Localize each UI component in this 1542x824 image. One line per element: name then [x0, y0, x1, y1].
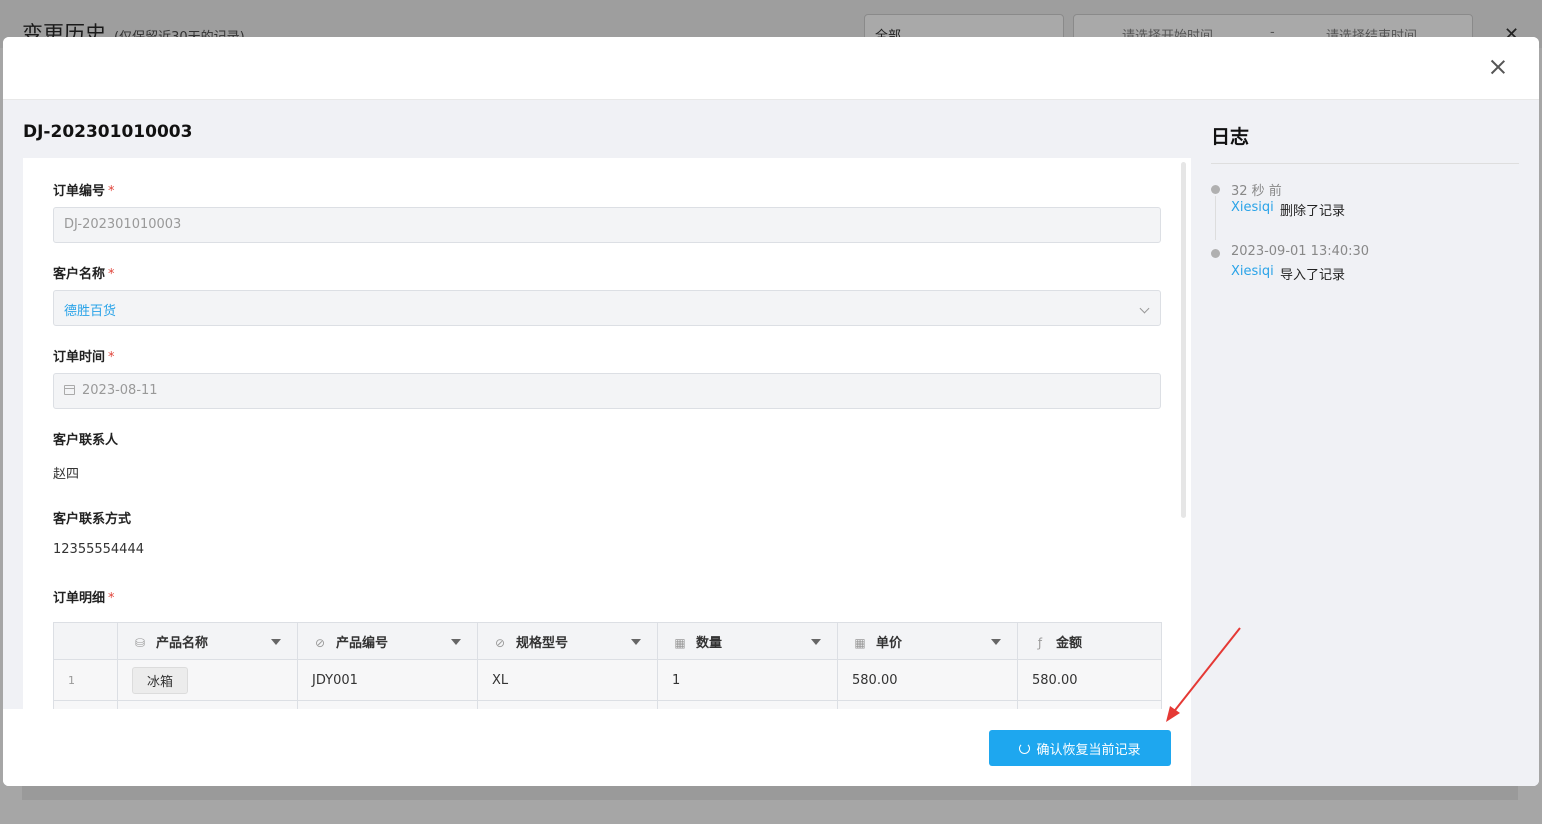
column-header-unit-price[interactable]: ▦ 单价 — [837, 622, 1018, 660]
log-action: 删除了记录 — [1280, 204, 1346, 219]
table-header-row: ⛁ 产品名称 ⊘ 产品编号 ⊘ 规格型号 ▦ 数量 ▦ 单价 ƒ 金额 — [53, 622, 1162, 660]
column-header-product-name[interactable]: ⛁ 产品名称 — [117, 622, 298, 660]
order-details-table: ⛁ 产品名称 ⊘ 产品编号 ⊘ 规格型号 ▦ 数量 ▦ 单价 ƒ 金额 1 冰箱 JDY00 — [53, 622, 1162, 710]
calendar-icon — [64, 385, 75, 395]
order-time-label: 订单时间 * — [53, 346, 115, 365]
caret-down-icon[interactable] — [451, 639, 461, 645]
formula-icon: ƒ — [1037, 635, 1043, 650]
log-action: 导入了记录 — [1280, 268, 1346, 283]
required-mark: * — [108, 350, 115, 365]
caret-down-icon[interactable] — [631, 639, 641, 645]
order-details-label: 订单明细 * — [53, 587, 115, 606]
scrollbar[interactable] — [1181, 162, 1186, 518]
column-header-spec[interactable]: ⊘ 规格型号 — [477, 622, 658, 660]
log-divider — [1211, 163, 1519, 164]
spec-cell[interactable]: XL — [477, 659, 658, 701]
column-header-label: 单价 — [876, 635, 903, 651]
column-header-label: 产品编号 — [336, 635, 389, 651]
caret-down-icon[interactable] — [991, 639, 1001, 645]
link-icon: ⊘ — [494, 635, 506, 650]
qty-cell[interactable]: 1 — [657, 659, 838, 701]
timeline-line — [1215, 196, 1216, 240]
timeline-dot — [1211, 249, 1220, 258]
background-footer — [22, 786, 1518, 800]
log-user-link[interactable]: Xiesiqi — [1231, 264, 1274, 279]
database-icon: ⛁ — [134, 635, 146, 650]
contact-label: 客户联系人 — [53, 433, 119, 448]
number-icon: ▦ — [674, 635, 686, 650]
column-header-label: 金额 — [1056, 635, 1083, 651]
column-header-qty[interactable]: ▦ 数量 — [657, 622, 838, 660]
required-mark: * — [108, 184, 115, 199]
contact-phone-value: 12355554444 — [53, 542, 144, 557]
number-icon: ▦ — [854, 635, 866, 650]
unit-price-cell[interactable]: 580.00 — [837, 659, 1018, 701]
chevron-down-icon — [1139, 303, 1150, 314]
link-icon: ⊘ — [314, 635, 326, 650]
record-detail-modal: DJ-202301010003 订单编号 * DJ-202301010003 客户… — [3, 37, 1539, 786]
contact-phone-label: 客户联系方式 — [53, 512, 132, 527]
log-user-link[interactable]: Xiesiqi — [1231, 200, 1274, 215]
order-no-label: 订单编号 * — [53, 180, 115, 199]
annotation-arrow — [1166, 627, 1241, 722]
row-index: 1 — [53, 659, 118, 701]
arrow-head — [1166, 706, 1180, 722]
form-card: 订单编号 * DJ-202301010003 客户名称 * 德胜百货 订单时间 * 2… — [23, 158, 1191, 710]
log-time: 32 秒 前 — [1231, 184, 1282, 199]
required-mark: * — [108, 591, 115, 606]
contact-value: 赵四 — [53, 467, 80, 482]
amount-cell: 580.00 — [1017, 659, 1162, 701]
restore-record-label: 确认恢复当前记录 — [1036, 741, 1141, 757]
customer-label: 客户名称 * — [53, 263, 115, 282]
modal-header — [3, 37, 1539, 100]
column-header-product-code[interactable]: ⊘ 产品编号 — [297, 622, 478, 660]
record-panel: DJ-202301010003 订单编号 * DJ-202301010003 客户… — [3, 100, 1191, 786]
column-header-label: 数量 — [696, 635, 723, 651]
order-time-field[interactable]: 2023-08-11 — [53, 373, 1161, 409]
order-time-value: 2023-08-11 — [82, 383, 158, 398]
close-icon[interactable] — [1486, 55, 1510, 79]
caret-down-icon[interactable] — [811, 639, 821, 645]
table-row[interactable]: 1 冰箱 JDY001 XL 1 580.00 580.00 — [53, 659, 1162, 701]
product-name-cell[interactable]: 冰箱 — [117, 659, 298, 701]
customer-select[interactable]: 德胜百货 — [53, 290, 1161, 326]
order-details-label-text: 订单明细 — [53, 591, 106, 606]
row-index-text: 1 — [68, 673, 75, 687]
index-header — [53, 622, 118, 660]
customer-label-text: 客户名称 — [53, 267, 106, 282]
column-header-label: 规格型号 — [516, 635, 569, 651]
order-no-field[interactable]: DJ-202301010003 — [53, 207, 1161, 243]
column-header-label: 产品名称 — [156, 635, 209, 651]
product-code-cell[interactable]: JDY001 — [297, 659, 478, 701]
caret-down-icon[interactable] — [271, 639, 281, 645]
modal-footer: 确认恢复当前记录 — [3, 709, 1191, 786]
product-name-tag[interactable]: 冰箱 — [132, 666, 189, 694]
refresh-icon — [1019, 742, 1031, 754]
order-no-label-text: 订单编号 — [53, 184, 106, 199]
log-title: 日志 — [1211, 126, 1250, 148]
modal-body: DJ-202301010003 订单编号 * DJ-202301010003 客户… — [3, 100, 1539, 786]
timeline-dot — [1211, 185, 1220, 194]
record-title: DJ-202301010003 — [23, 122, 193, 142]
customer-value: 德胜百货 — [64, 304, 117, 319]
required-mark: * — [108, 267, 115, 282]
column-header-amount[interactable]: ƒ 金额 — [1017, 622, 1162, 660]
restore-record-button[interactable]: 确认恢复当前记录 — [989, 730, 1171, 766]
order-time-label-text: 订单时间 — [53, 350, 106, 365]
log-time: 2023-09-01 13:40:30 — [1231, 244, 1370, 259]
arrow-line — [1171, 627, 1241, 715]
